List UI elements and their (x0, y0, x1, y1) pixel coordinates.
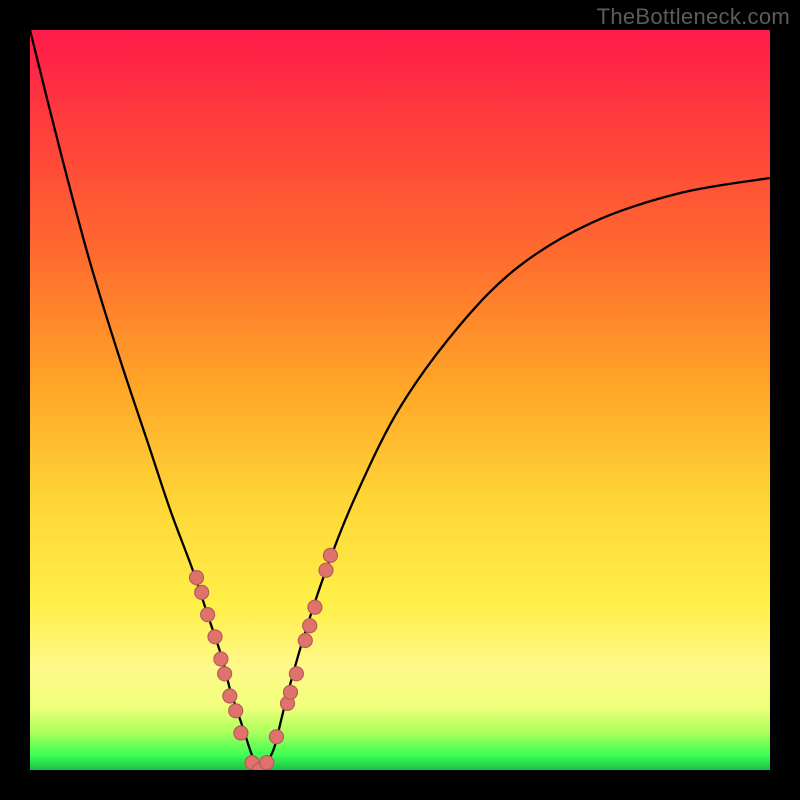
curve-marker (195, 585, 209, 599)
curve-marker (190, 571, 204, 585)
chart-frame: TheBottleneck.com (0, 0, 800, 800)
curve-marker (229, 704, 243, 718)
curve-marker (201, 608, 215, 622)
curve-marker (223, 689, 237, 703)
curve-marker (303, 619, 317, 633)
curve-marker (269, 730, 283, 744)
curve-marker (214, 652, 228, 666)
curve-marker (308, 600, 322, 614)
curve-markers (190, 548, 338, 770)
curve-marker (319, 563, 333, 577)
curve-marker (289, 667, 303, 681)
curve-marker (234, 726, 248, 740)
curve-marker (298, 634, 312, 648)
plot-area (30, 30, 770, 770)
bottleneck-curve (30, 30, 770, 770)
curve-marker (218, 667, 232, 681)
curve-overlay (30, 30, 770, 770)
watermark-text: TheBottleneck.com (597, 4, 790, 30)
curve-marker (208, 630, 222, 644)
curve-marker (283, 685, 297, 699)
curve-marker (323, 548, 337, 562)
curve-marker (260, 756, 274, 770)
